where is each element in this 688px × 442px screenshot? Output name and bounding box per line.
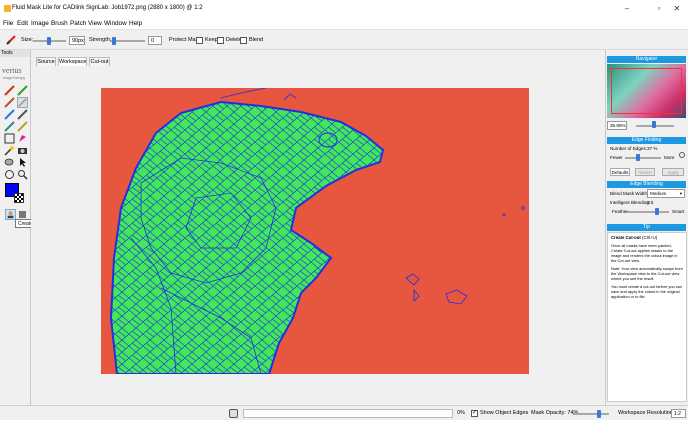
menu-help[interactable]: Help <box>129 20 142 27</box>
feather-label: Feather <box>612 209 628 214</box>
delete-brush-icon[interactable] <box>17 85 28 96</box>
keep-label: Keep <box>205 37 218 43</box>
edge-finding-header: Edge Finding <box>607 137 686 144</box>
navigator-header: Navigator <box>607 56 686 63</box>
smart-label: Smart <box>672 209 685 214</box>
edge-settings-icon[interactable] <box>679 152 685 158</box>
tip-paragraph-1: Once all masks have been painted, Create… <box>611 243 678 263</box>
edge-blending-header: Edge Blending <box>607 181 686 188</box>
tab-workspace[interactable]: Workspace <box>58 57 87 66</box>
tip-paragraph-2: Note: Your view automatically swaps from… <box>611 266 683 281</box>
tip-heading: Create Cut-out <box>611 235 641 240</box>
tip-body: Create Cut-out (Ctrl+U) Once all masks h… <box>607 232 687 402</box>
intelligent-blending-value: 0.5 <box>647 200 654 205</box>
camera-snapshot-icon[interactable] <box>17 145 28 156</box>
menu-bar: File Edit Image Brush Patch View Window … <box>0 18 688 30</box>
revert-button[interactable]: Revert <box>635 168 655 176</box>
pan-hand-icon[interactable] <box>4 169 15 180</box>
progress-value: 0% <box>457 410 465 416</box>
brush-icon <box>6 35 16 45</box>
window-title: Fluid Mask Lite for CADlink SignLab: Job… <box>12 5 203 11</box>
menu-view[interactable]: View <box>88 20 102 27</box>
menu-patch[interactable]: Patch <box>70 20 86 27</box>
workspace-image[interactable] <box>101 87 529 375</box>
eyedropper-icon[interactable] <box>4 157 15 168</box>
chevron-down-icon: ▾ <box>679 191 682 196</box>
local-find-edges-icon[interactable] <box>4 109 15 120</box>
vertus-logo: vertus <box>2 66 22 75</box>
chameleon-mask-overlay <box>109 87 525 375</box>
exact-brush-icon[interactable] <box>17 109 28 120</box>
menu-brush[interactable]: Brush <box>51 20 68 27</box>
tip-shortcut: (Ctrl+U) <box>642 235 658 240</box>
vertus-logo-subtext: image therapy <box>3 76 26 80</box>
feather-smart-slider[interactable] <box>627 211 669 213</box>
view-tabs: Source Workspace Cut-out <box>31 50 605 66</box>
blend-label: Blend <box>249 37 264 43</box>
number-of-edges-label: Number of Edges: <box>610 146 648 151</box>
show-object-edges-label: Show Object Edges <box>480 410 529 416</box>
menu-edit[interactable]: Edit <box>17 20 28 27</box>
eraser-brush-icon[interactable] <box>4 121 15 132</box>
blend-checkbox[interactable] <box>240 37 247 44</box>
defaults-button[interactable]: Defaults <box>610 168 630 176</box>
delete-checkbox[interactable] <box>217 37 224 44</box>
tip-header: Tip <box>607 224 686 231</box>
show-object-edges-checkbox[interactable]: ✓ <box>471 410 478 417</box>
pointer-arrow-icon[interactable] <box>17 157 28 168</box>
size-input[interactable]: 90px <box>69 36 85 45</box>
tip-heading-line: Create Cut-out (Ctrl+U) <box>611 235 683 240</box>
size-slider-thumb[interactable] <box>47 37 51 45</box>
intelligent-blending-label: Intelligent Blending: <box>610 200 651 205</box>
tab-cutout[interactable]: Cut-out <box>89 57 110 66</box>
navigator-zoom-thumb[interactable] <box>652 121 656 128</box>
feather-smart-thumb[interactable] <box>655 208 659 215</box>
mask-opacity-label: Mask Opacity: 74% <box>531 410 579 416</box>
menu-file[interactable]: File <box>3 20 13 27</box>
background-color-swatch[interactable] <box>14 193 24 203</box>
minimize-button[interactable]: – <box>616 2 638 15</box>
blend-mask-width-value: Medium <box>650 191 667 196</box>
options-toolbar: Size: 90px Strength: 0 Protect Mask: Kee… <box>0 30 688 50</box>
mask-opacity-slider[interactable] <box>573 413 609 415</box>
tab-source[interactable]: Source <box>36 57 56 66</box>
strength-label: Strength: <box>89 37 112 43</box>
blend-mask-width-label: Blend Mask Width: <box>610 191 649 196</box>
keep-patch-icon[interactable] <box>17 121 28 132</box>
blend-mask-width-select[interactable]: Medium ▾ <box>647 189 685 198</box>
navigator-thumbnail[interactable] <box>607 64 686 118</box>
workspace-resolution-label: Workspace Resolution: <box>618 410 675 416</box>
apply-button[interactable]: Apply <box>662 168 684 176</box>
zoom-icon[interactable] <box>17 169 28 180</box>
keep-checkbox[interactable] <box>196 37 203 44</box>
workspace-resolution-select[interactable]: 1:2 <box>671 409 686 418</box>
stop-icon[interactable] <box>229 409 238 418</box>
app-icon <box>4 5 11 12</box>
tools-panel-title: Tools <box>0 50 30 57</box>
close-button[interactable]: ✕ <box>666 2 688 15</box>
tip-paragraph-3: You must create a cut-out before you can… <box>611 284 683 299</box>
title-bar: Fluid Mask Lite for CADlink SignLab: Job… <box>0 0 688 18</box>
more-label: More <box>664 155 675 160</box>
rectangle-select-icon[interactable] <box>4 133 15 144</box>
edges-slider-thumb[interactable] <box>636 154 640 161</box>
progress-bar <box>243 409 453 418</box>
navigator-viewport-frame[interactable] <box>611 68 682 114</box>
keep-brush-icon[interactable] <box>4 85 15 96</box>
blend-brush-icon[interactable] <box>17 97 28 108</box>
navigator-zoom-input[interactable]: 35.86% <box>607 121 627 130</box>
fewer-label: Fewer <box>610 155 623 160</box>
keep-brush-alt-icon[interactable] <box>4 97 15 108</box>
magic-wand-icon[interactable] <box>4 145 15 156</box>
menu-window[interactable]: Window <box>104 20 127 27</box>
strength-input[interactable]: 0 <box>148 36 162 45</box>
edges-slider[interactable] <box>625 157 661 159</box>
status-bar: 0% ✓ Show Object Edges Mask Opacity: 74%… <box>0 405 688 420</box>
mask-opacity-thumb[interactable] <box>596 410 601 418</box>
patch-fill-icon[interactable] <box>17 133 28 144</box>
number-of-edges-value: 37 % <box>647 146 658 151</box>
size-label: Size: <box>21 37 34 43</box>
strength-slider-thumb[interactable] <box>112 37 116 45</box>
menu-image[interactable]: Image <box>31 20 49 27</box>
